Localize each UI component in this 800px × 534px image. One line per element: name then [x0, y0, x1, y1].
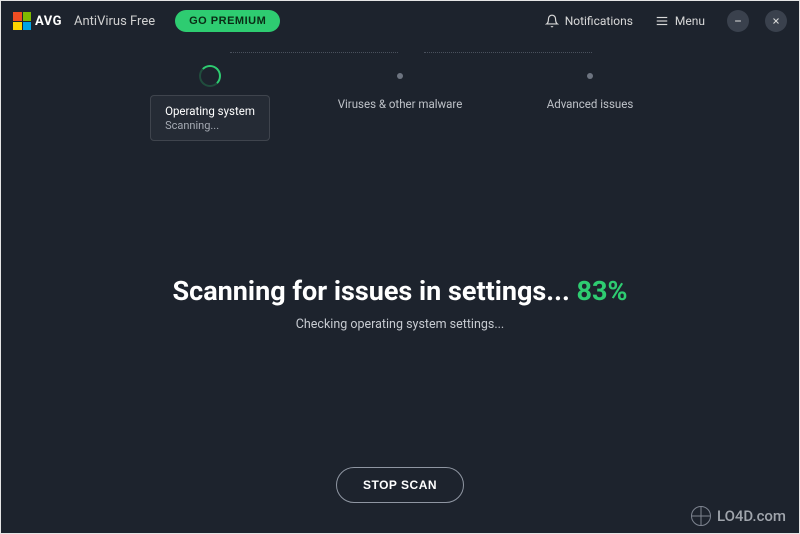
- step-label: Operating system: [165, 104, 255, 119]
- titlebar: AVG AntiVirus Free GO PREMIUM Notificati…: [1, 1, 799, 41]
- headline-text: Scanning for issues in settings...: [173, 275, 577, 307]
- close-icon: [771, 16, 781, 26]
- notifications-label: Notifications: [565, 14, 633, 28]
- brand-name: AVG: [35, 14, 62, 29]
- scan-status: Scanning for issues in settings... 83% C…: [1, 141, 799, 467]
- scan-headline: Scanning for issues in settings... 83%: [173, 275, 628, 307]
- menu-button[interactable]: Menu: [649, 10, 711, 32]
- step-connector: [230, 52, 398, 53]
- step-dot-icon: [397, 73, 403, 79]
- scan-steps: Operating system Scanning... Viruses & o…: [110, 41, 690, 141]
- step-viruses-malware: Viruses & other malware: [305, 65, 495, 112]
- step-dot-icon: [587, 73, 593, 79]
- stop-scan-button[interactable]: STOP SCAN: [336, 467, 464, 503]
- minimize-icon: [733, 16, 743, 26]
- step-advanced-issues: Advanced issues: [495, 65, 685, 112]
- go-premium-button[interactable]: GO PREMIUM: [175, 10, 280, 32]
- notifications-button[interactable]: Notifications: [539, 10, 639, 32]
- scan-subline: Checking operating system settings...: [296, 317, 504, 332]
- spinner-icon: [199, 65, 221, 87]
- step-operating-system: Operating system Scanning...: [115, 65, 305, 141]
- step-label: Viruses & other malware: [338, 97, 463, 112]
- brand-logo: AVG: [13, 12, 62, 30]
- watermark-text: LO4D.com: [717, 507, 786, 525]
- watermark: LO4D.com: [691, 506, 786, 526]
- close-button[interactable]: [765, 10, 787, 32]
- menu-label: Menu: [675, 14, 705, 28]
- footer-actions: STOP SCAN: [1, 467, 799, 533]
- globe-icon: [691, 506, 711, 526]
- hamburger-icon: [655, 14, 669, 28]
- bell-icon: [545, 14, 559, 28]
- step-connector: [424, 52, 592, 53]
- minimize-button[interactable]: [727, 10, 749, 32]
- scan-percent: 83%: [577, 275, 628, 307]
- step-sublabel: Scanning...: [165, 119, 255, 132]
- app-window: AVG AntiVirus Free GO PREMIUM Notificati…: [0, 0, 800, 534]
- product-name: AntiVirus Free: [74, 14, 155, 29]
- step-label: Advanced issues: [547, 97, 634, 112]
- avg-logo-icon: [13, 12, 31, 30]
